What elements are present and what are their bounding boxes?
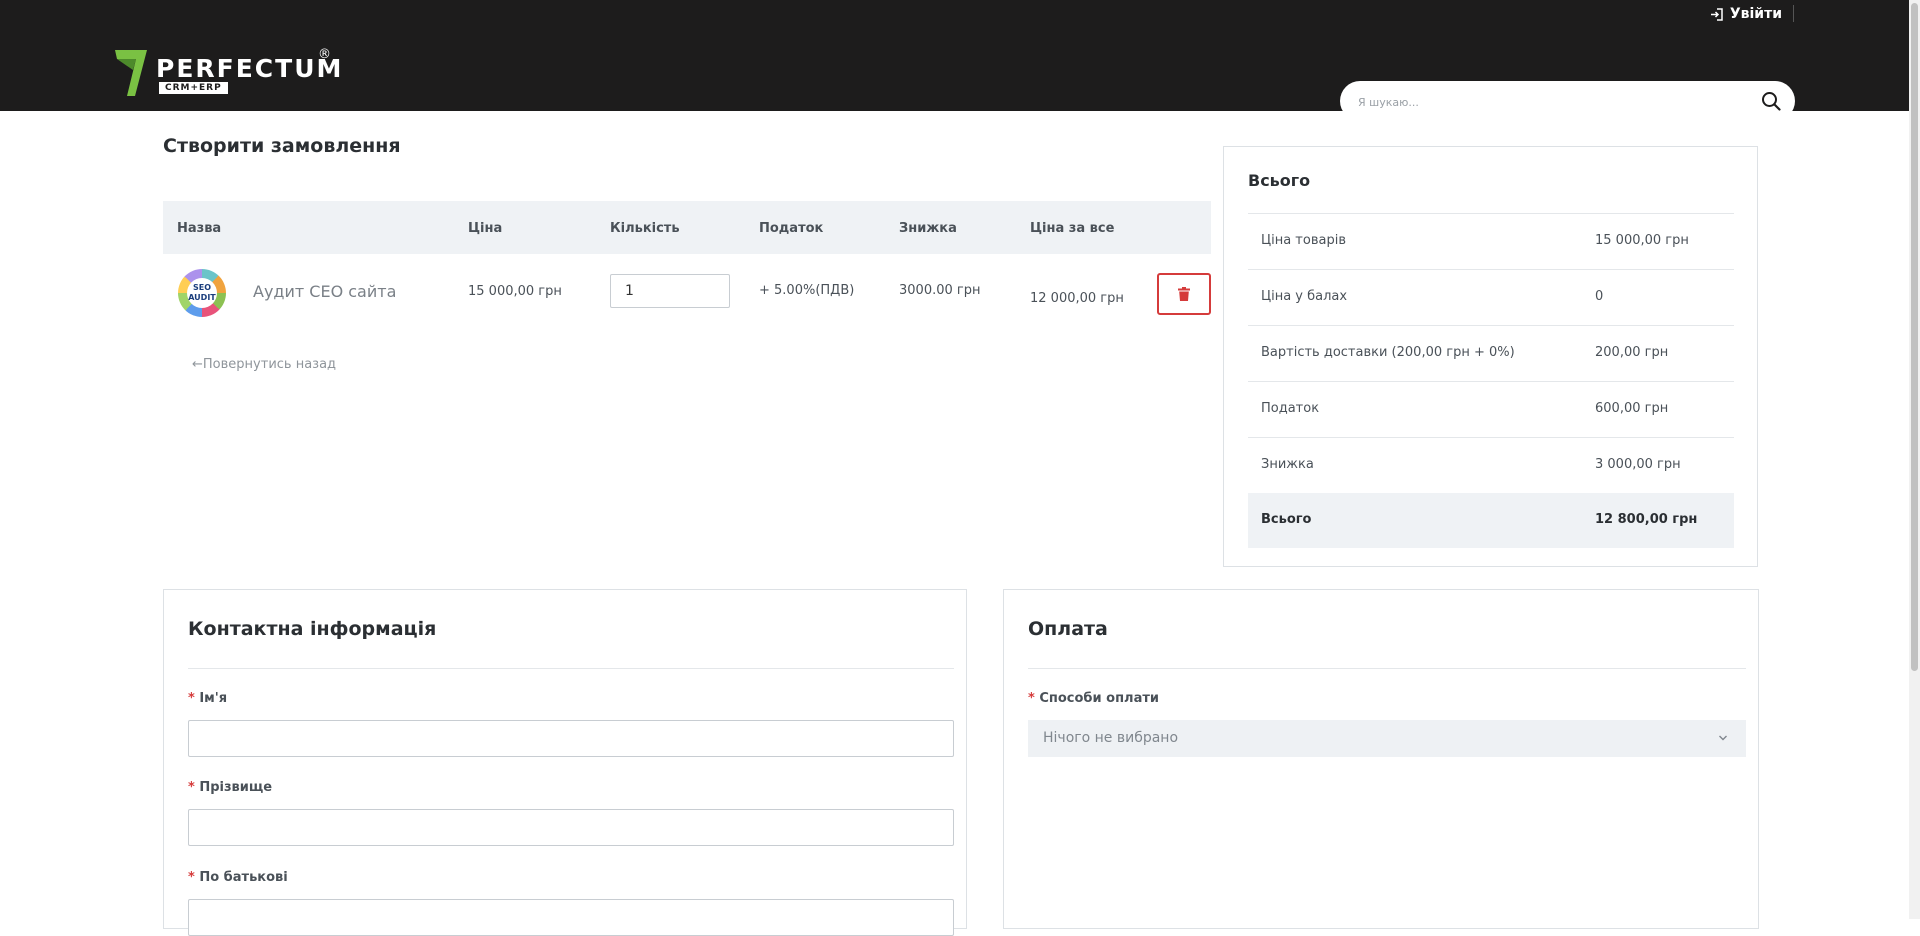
- product-image-caption: SEO AUDIT: [187, 278, 217, 308]
- login-link[interactable]: Увійти: [1710, 6, 1782, 22]
- order-summary-panel: Всього Ціна товарів 15 000,00 грн Ціна у…: [1223, 146, 1758, 567]
- arrow-left-icon: ←: [192, 357, 203, 372]
- summary-label: Ціна у балах: [1261, 289, 1348, 304]
- chevron-down-icon: [1719, 735, 1727, 741]
- page-title: Створити замовлення: [163, 135, 401, 157]
- first-name-label: * Ім'я: [188, 691, 227, 706]
- contact-info-card: Контактна інформація * Ім'я * Прізвище *…: [163, 589, 967, 936]
- product-tax: + 5.00%(ПДВ): [759, 283, 855, 298]
- login-icon: [1710, 7, 1723, 21]
- last-name-label: * Прізвище: [188, 780, 272, 795]
- payment-title: Оплата: [1028, 618, 1108, 640]
- search-icon[interactable]: [1761, 91, 1781, 111]
- top-bar: Увійти: [0, 0, 1909, 31]
- required-marker: *: [188, 691, 195, 706]
- field-label-text: Способи оплати: [1039, 691, 1159, 706]
- summary-row-discount: Знижка 3 000,00 грн: [1248, 437, 1734, 493]
- payment-method-label: * Способи оплати: [1028, 691, 1159, 706]
- patronymic-label: * По батькові: [188, 870, 288, 885]
- login-label: Увійти: [1729, 6, 1782, 22]
- summary-row-tax: Податок 600,00 грн: [1248, 381, 1734, 437]
- summary-row-goods-price: Ціна товарів 15 000,00 грн: [1248, 213, 1734, 269]
- contact-info-title: Контактна інформація: [188, 618, 437, 640]
- trash-icon: [1178, 287, 1190, 301]
- search-box: [1340, 81, 1795, 123]
- logo-subtitle: CRM+ERP: [159, 82, 228, 94]
- search-input[interactable]: [1356, 81, 1740, 123]
- column-header-price: Ціна: [468, 221, 503, 236]
- logo-text: PERFECTUM: [156, 54, 344, 83]
- summary-title: Всього: [1248, 171, 1311, 190]
- field-label-text: Ім'я: [199, 691, 228, 706]
- product-image: SEO AUDIT: [178, 269, 226, 317]
- last-name-input[interactable]: [188, 809, 954, 846]
- column-header-discount: Знижка: [899, 221, 957, 236]
- summary-value: 0: [1595, 289, 1604, 304]
- summary-value: 600,00 грн: [1595, 401, 1669, 416]
- first-name-input[interactable]: [188, 720, 954, 757]
- logo-registered-mark: ®: [318, 47, 331, 62]
- product-price: 15 000,00 грн: [468, 284, 562, 299]
- order-items-table: Назва Ціна Кількість Податок Знижка Ціна…: [163, 201, 1211, 329]
- required-marker: *: [188, 870, 195, 885]
- payment-card: Оплата * Способи оплати Нічого не вибран…: [1003, 589, 1759, 929]
- payment-method-value: Нічого не вибрано: [1043, 730, 1179, 746]
- column-header-quantity: Кількість: [610, 221, 680, 236]
- summary-row-total: Всього 12 800,00 грн: [1248, 493, 1734, 548]
- back-link[interactable]: ←Повернутись назад: [192, 357, 336, 372]
- site-header: PERFECTUM ® CRM+ERP: [0, 30, 1909, 123]
- field-label-text: По батькові: [199, 870, 288, 885]
- summary-value: 15 000,00 грн: [1595, 233, 1689, 248]
- column-header-total: Ціна за все: [1030, 221, 1115, 236]
- summary-label: Ціна товарів: [1261, 233, 1346, 248]
- summary-row-points-price: Ціна у балах 0: [1248, 269, 1734, 325]
- summary-total-value: 12 800,00 грн: [1595, 512, 1698, 527]
- card-divider: [1028, 668, 1746, 669]
- product-total: 12 000,00 грн: [1030, 291, 1124, 306]
- quantity-input[interactable]: [610, 274, 730, 308]
- card-divider: [188, 668, 954, 669]
- summary-rows: Ціна товарів 15 000,00 грн Ціна у балах …: [1248, 213, 1734, 548]
- table-row: SEO AUDIT Аудит СЕО сайта 15 000,00 грн …: [163, 254, 1211, 329]
- perfectum-logo-mark-icon: [115, 50, 147, 96]
- summary-value: 3 000,00 грн: [1595, 457, 1681, 472]
- logo[interactable]: PERFECTUM ® CRM+ERP: [115, 47, 341, 98]
- summary-total-label: Всього: [1261, 512, 1312, 527]
- back-link-label: Повернутись назад: [202, 357, 337, 372]
- column-header-name: Назва: [177, 221, 222, 236]
- column-header-tax: Податок: [759, 221, 824, 236]
- topbar-divider: [1793, 5, 1794, 22]
- payment-method-select[interactable]: Нічого не вибрано: [1028, 720, 1746, 757]
- required-marker: *: [1028, 691, 1035, 706]
- table-header: Назва Ціна Кількість Податок Знижка Ціна…: [163, 201, 1211, 254]
- page-scrollbar[interactable]: [1909, 0, 1920, 919]
- summary-label: Знижка: [1261, 457, 1314, 472]
- field-label-text: Прізвище: [199, 780, 273, 795]
- summary-row-delivery: Вартість доставки (200,00 грн + 0%) 200,…: [1248, 325, 1734, 381]
- patronymic-input[interactable]: [188, 899, 954, 936]
- summary-value: 200,00 грн: [1595, 345, 1669, 360]
- product-name[interactable]: Аудит СЕО сайта: [253, 282, 396, 301]
- delete-item-button[interactable]: [1157, 273, 1211, 315]
- summary-label: Податок: [1261, 401, 1320, 416]
- product-discount: 3000.00 грн: [899, 283, 981, 298]
- required-marker: *: [188, 780, 195, 795]
- summary-label: Вартість доставки (200,00 грн + 0%): [1261, 345, 1515, 360]
- scrollbar-thumb[interactable]: [1911, 3, 1918, 671]
